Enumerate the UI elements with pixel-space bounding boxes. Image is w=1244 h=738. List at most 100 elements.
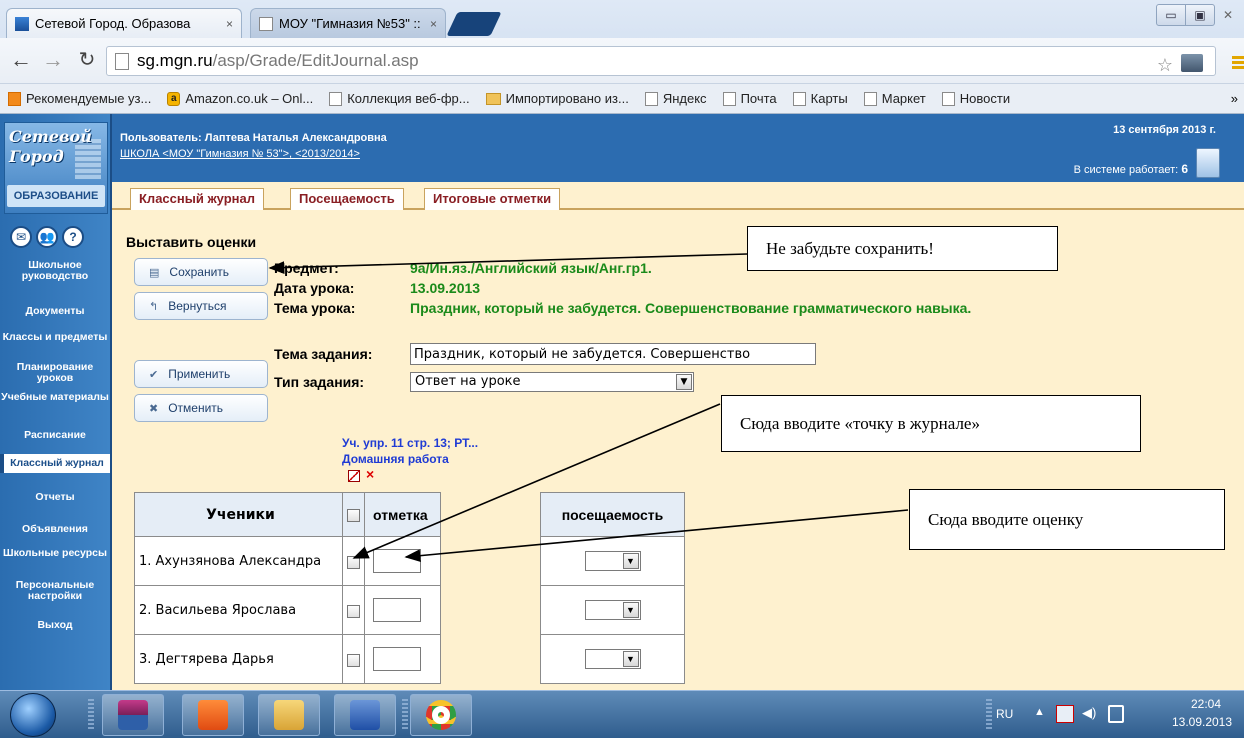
select-all-checkbox[interactable]: [347, 509, 360, 523]
volume-icon[interactable]: ◀): [1082, 705, 1096, 721]
page-icon: [941, 91, 955, 106]
dropdown-arrow-icon[interactable]: ▼: [622, 651, 639, 667]
journal-dot-checkbox[interactable]: [347, 604, 360, 618]
bookmark-market[interactable]: Маркет: [863, 91, 926, 106]
taskbar-grip: [402, 699, 408, 731]
sidebar-item-announcements[interactable]: Объявления: [0, 524, 110, 535]
clock-time[interactable]: 22:04: [1176, 697, 1236, 711]
sidebar-item-documents[interactable]: Документы: [0, 306, 110, 317]
page-icon: [329, 91, 343, 106]
sidebar-item-exit[interactable]: Выход: [0, 620, 110, 631]
journal-dot-checkbox[interactable]: [347, 653, 360, 667]
document-icon[interactable]: [1196, 148, 1220, 178]
folder-icon: [274, 700, 304, 730]
attendance-select[interactable]: ▼: [584, 551, 641, 571]
bookmark-star-icon[interactable]: ☆: [1157, 55, 1173, 76]
dropdown-arrow-icon[interactable]: ▼: [676, 374, 692, 390]
sidebar-item-lesson-planning[interactable]: Планирование уроков: [0, 362, 110, 384]
clock-date[interactable]: 13.09.2013: [1162, 715, 1242, 729]
delete-icon[interactable]: ×: [366, 466, 374, 482]
browser-tab-gymnasium[interactable]: МОУ "Гимназия №53" :: ×: [250, 8, 446, 38]
mark-input[interactable]: [373, 549, 421, 573]
url-host: sg.mgn.ru: [137, 51, 213, 70]
action-center-icon[interactable]: [1056, 705, 1074, 723]
bookmark-maps[interactable]: Карты: [792, 91, 848, 106]
system-tray: RU ▲ ◀) 22:04 13.09.2013: [986, 691, 1244, 738]
sidebar-item-school-management[interactable]: Школьное руководство: [0, 260, 110, 282]
dropdown-arrow-icon[interactable]: ▼: [622, 602, 639, 618]
journal-dot-checkbox[interactable]: [347, 555, 360, 569]
subject-value: 9а/Ин.яз./Английский язык/Анг.гр1.: [410, 260, 652, 276]
app-icon: [198, 700, 228, 730]
table-row: ▼: [540, 634, 685, 684]
attendance-select[interactable]: ▼: [584, 649, 641, 669]
taskbar-explorer[interactable]: [258, 694, 320, 736]
minimize-window-button[interactable]: ▭: [1156, 4, 1186, 26]
bookmark-mail[interactable]: Почта: [722, 91, 777, 106]
tab-attendance[interactable]: Посещаемость: [290, 188, 404, 210]
apply-button[interactable]: ✔ Применить: [134, 360, 268, 388]
network-icon[interactable]: [1108, 705, 1124, 723]
maximize-window-button[interactable]: ▣: [1185, 4, 1215, 26]
new-tab-button[interactable]: [446, 12, 502, 36]
school-year: , <2013/2014>: [289, 148, 360, 160]
bookmark-news[interactable]: Новости: [941, 91, 1010, 106]
save-button[interactable]: ▤ Сохранить: [134, 258, 268, 286]
forward-arrow-icon[interactable]: →: [42, 48, 64, 72]
show-hidden-icons[interactable]: ▲: [1034, 706, 1045, 718]
sidebar-item-personal-settings[interactable]: Персональные настройки: [0, 580, 110, 602]
bookmark-imported[interactable]: Импортировано из...: [485, 91, 629, 106]
sidebar-item-classes[interactable]: Классы и предметы: [0, 332, 110, 343]
close-tab-icon[interactable]: ×: [424, 17, 437, 31]
subject-label: Предмет:: [274, 260, 339, 276]
bookmark-web-collection[interactable]: Коллекция веб-фр...: [329, 91, 470, 106]
taskbar-chrome[interactable]: [410, 694, 472, 736]
lesson-topic-value: Праздник, который не забудется. Совершен…: [410, 300, 972, 316]
back-button[interactable]: ↰ Вернуться: [134, 292, 268, 320]
windows-taskbar: RU ▲ ◀) 22:04 13.09.2013: [0, 690, 1244, 738]
bookmark-amazon[interactable]: a Amazon.co.uk – Onl...: [167, 91, 313, 106]
taskbar-word[interactable]: [334, 694, 396, 736]
bookmark-yandex[interactable]: Яндекс: [644, 91, 707, 106]
sidebar-item-materials[interactable]: Учебные материалы: [0, 392, 110, 403]
online-users: В системе работает: 6: [1073, 162, 1188, 176]
school-link[interactable]: ШКОЛА <МОУ "Гимназия № 53">, <2013/2014>: [120, 148, 360, 160]
sidebar-item-reports[interactable]: Отчеты: [0, 492, 110, 503]
browser-tab-setevoy-gorod[interactable]: Сетевой Город. Образова ×: [6, 8, 242, 38]
language-indicator[interactable]: RU: [996, 707, 1013, 721]
windows-start-button[interactable]: [10, 693, 56, 737]
browser-toolbar: ← → ↻ sg.mgn.ru/asp/Grade/EditJournal.as…: [0, 38, 1244, 84]
homework-link[interactable]: Уч. упр. 11 стр. 13; РТ...: [342, 436, 478, 450]
task-type-select[interactable]: Ответ на уроке ▼: [410, 372, 694, 392]
edit-icon[interactable]: [348, 470, 360, 482]
users-icon[interactable]: 👥: [36, 226, 58, 248]
mark-input[interactable]: [373, 647, 421, 671]
dropdown-arrow-icon[interactable]: ▼: [622, 553, 639, 569]
tab-final-marks[interactable]: Итоговые отметки: [424, 188, 561, 210]
student-name: 3. Дегтярева Дарья: [134, 634, 343, 684]
back-arrow-icon[interactable]: ←: [10, 48, 32, 72]
site-logo[interactable]: Сетевой Город ОБРАЗОВАНИЕ: [4, 122, 108, 214]
sidebar-item-school-resources[interactable]: Школьные ресурсы: [0, 548, 110, 559]
address-bar[interactable]: sg.mgn.ru/asp/Grade/EditJournal.asp ☆: [106, 46, 1216, 76]
sidebar-item-class-journal[interactable]: Классный журнал: [0, 454, 110, 473]
task-topic-input[interactable]: [410, 343, 816, 365]
bookmark-recommended[interactable]: Рекомендуемые уз...: [8, 91, 151, 106]
close-tab-icon[interactable]: ×: [220, 17, 233, 31]
attendance-select[interactable]: ▼: [584, 600, 641, 620]
extension-icon[interactable]: [1181, 54, 1203, 72]
reload-icon[interactable]: ↻: [76, 48, 98, 72]
browser-menu-icon[interactable]: [1232, 56, 1244, 70]
mail-icon[interactable]: ✉: [10, 226, 32, 248]
taskbar-app[interactable]: [182, 694, 244, 736]
task-topic-label: Тема задания:: [274, 346, 373, 362]
help-icon[interactable]: ?: [62, 226, 84, 248]
cancel-button[interactable]: ✖ Отменить: [134, 394, 268, 422]
more-bookmarks-button[interactable]: »: [1231, 91, 1238, 106]
sidebar-item-schedule[interactable]: Расписание: [0, 430, 110, 441]
lesson-topic-label: Тема урока:: [274, 300, 356, 316]
mark-input[interactable]: [373, 598, 421, 622]
tab-class-journal[interactable]: Классный журнал: [130, 188, 264, 210]
close-window-button[interactable]: ✕: [1216, 4, 1240, 26]
taskbar-winrar[interactable]: [102, 694, 164, 736]
